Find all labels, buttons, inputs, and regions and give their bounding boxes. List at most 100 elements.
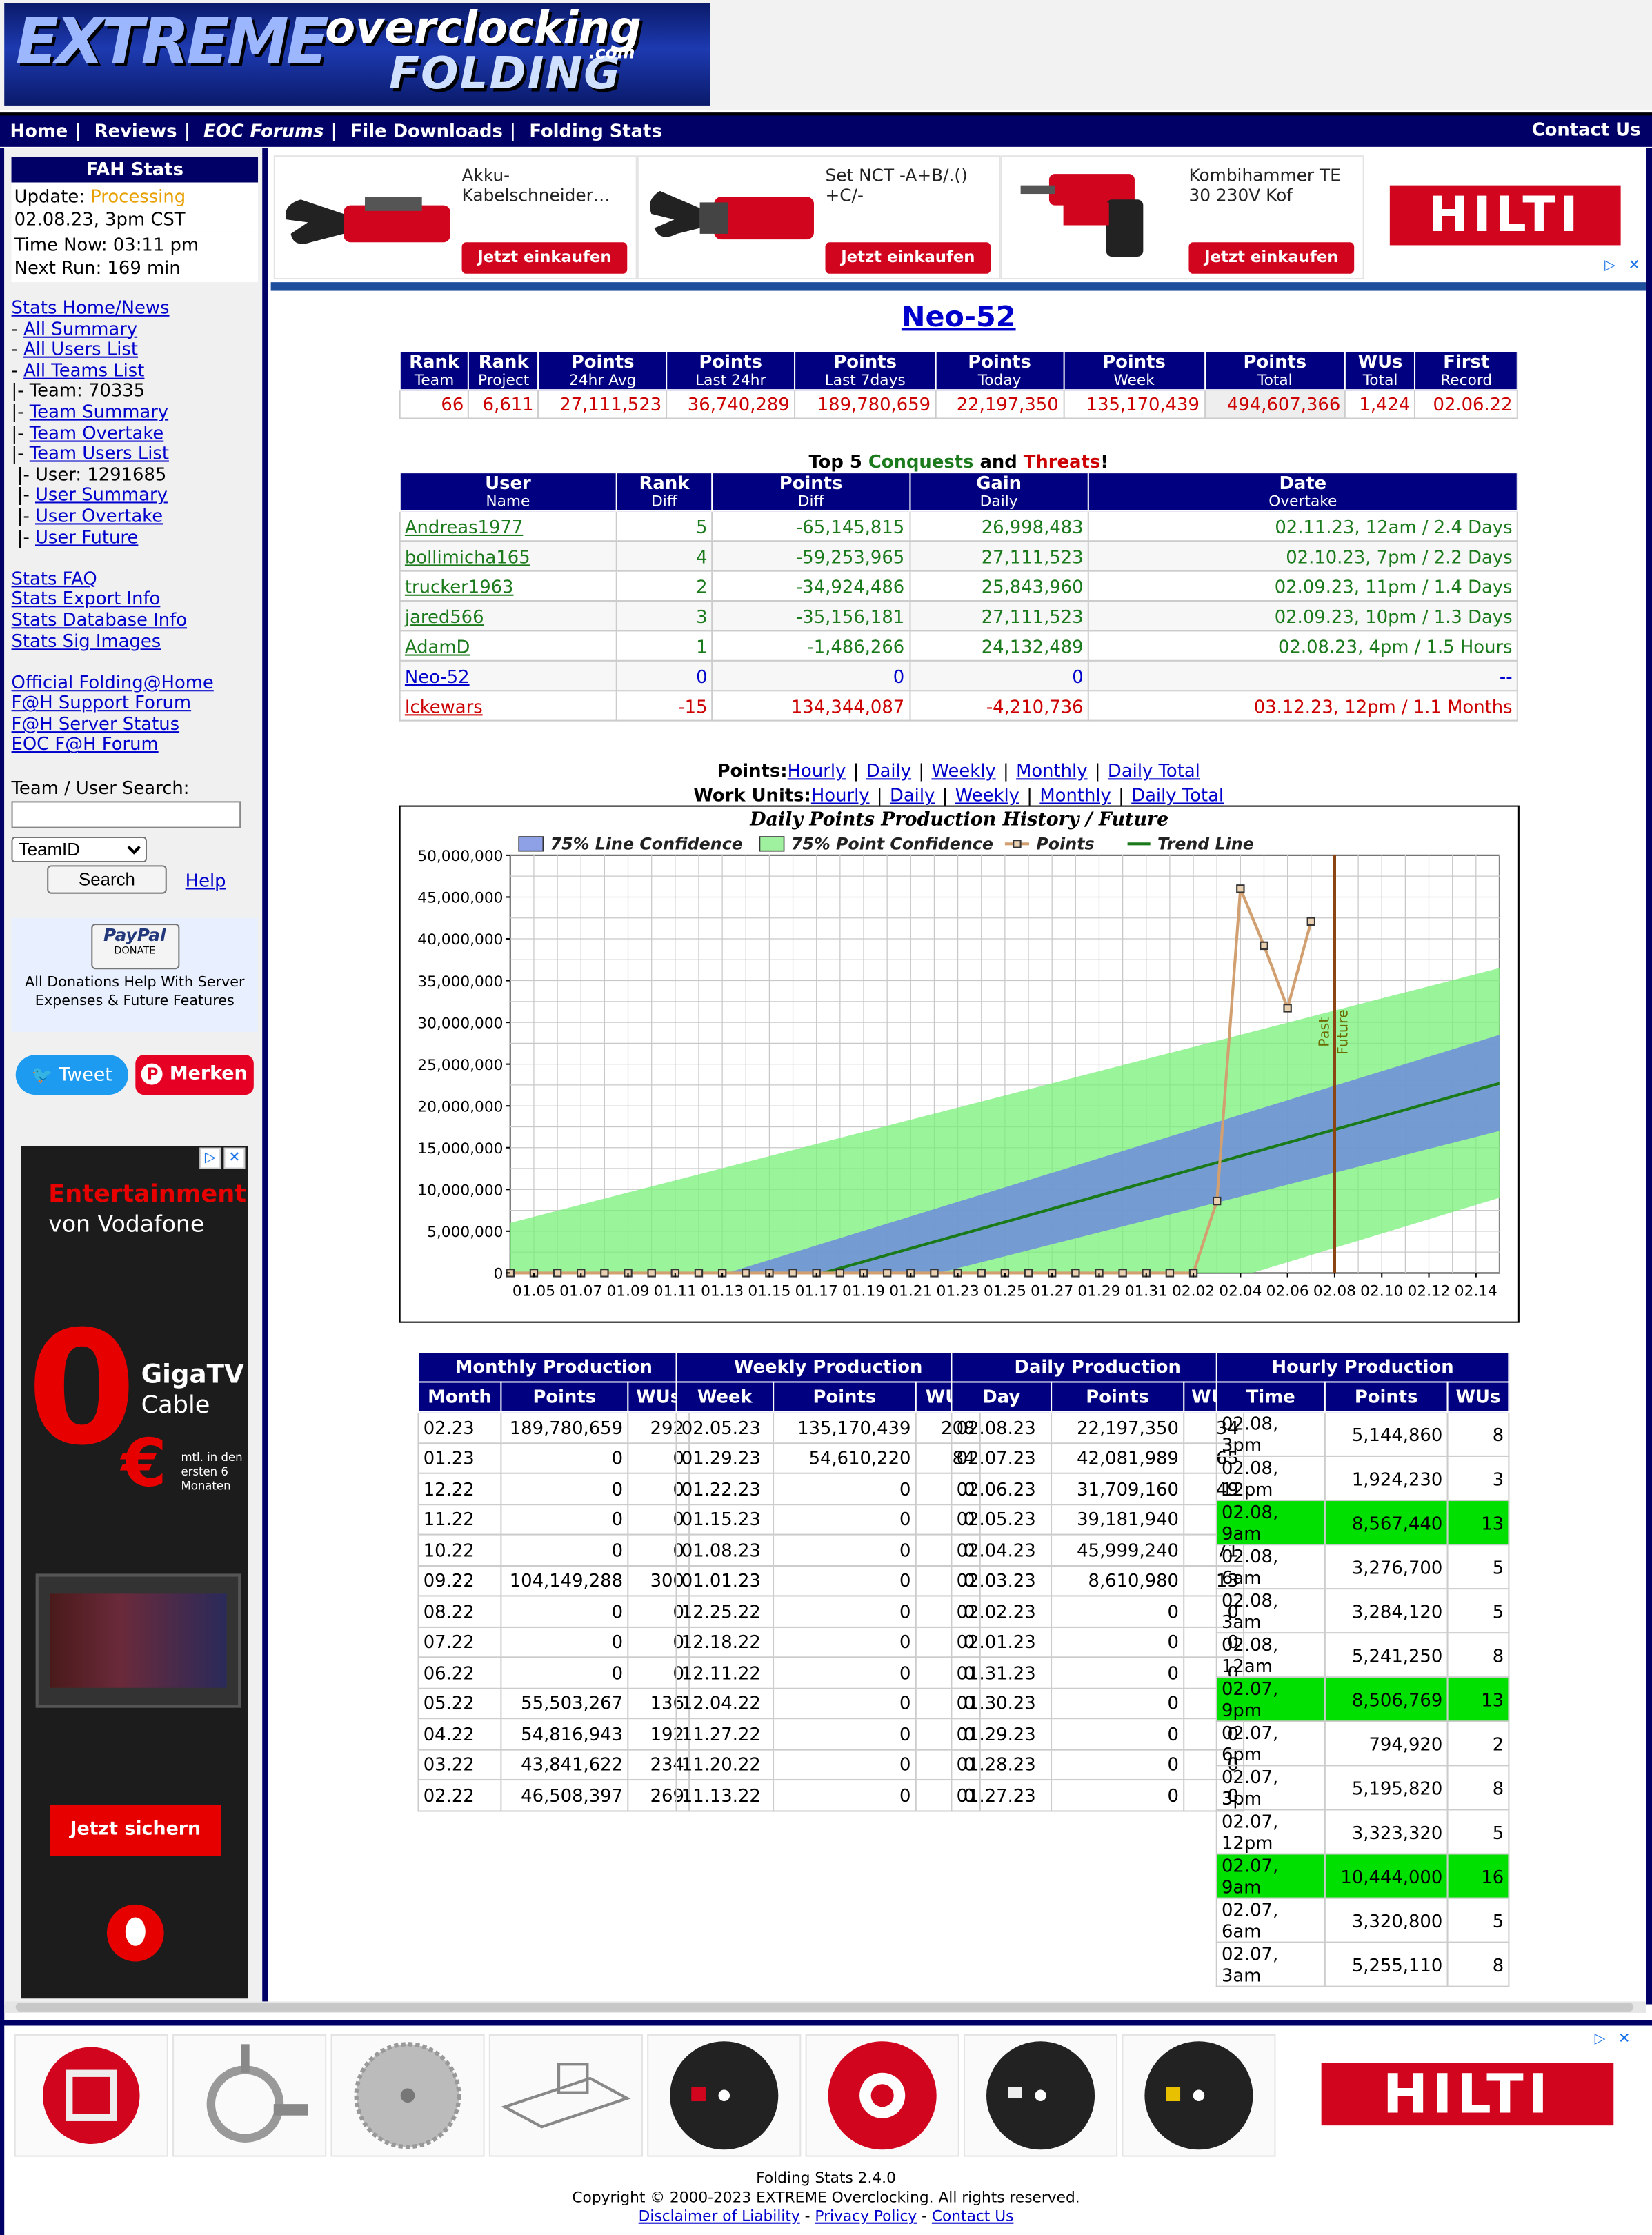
graph-link-daily[interactable]: Daily	[890, 784, 935, 806]
graph-link-daily[interactable]: Daily	[866, 759, 911, 781]
graph-link-monthly[interactable]: Monthly	[1039, 784, 1111, 806]
sidebar-link-stats-home-news[interactable]: Stats Home/News	[12, 297, 170, 318]
ad-tile-5[interactable]	[647, 2034, 802, 2157]
search-button[interactable]: Search	[47, 865, 167, 894]
help-link[interactable]: Help	[186, 870, 226, 891]
user-link[interactable]: Neo-52	[405, 665, 470, 686]
site-logo[interactable]: EXTREME overclocking FOLDING .com	[4, 3, 710, 106]
sidebar-link-stats-sig-images[interactable]: Stats Sig Images	[12, 629, 161, 650]
sidebar-link-prefix: |- User: 1291685	[11, 463, 167, 485]
production-row: 07.22 0 0	[417, 1625, 690, 1658]
ad-tile-1[interactable]	[14, 2034, 168, 2157]
hilti-logo[interactable]: HILTI	[1389, 185, 1621, 246]
production-cell: 8	[1446, 1941, 1510, 1987]
ad-product-3-button[interactable]: Jetzt einkaufen	[1188, 242, 1355, 274]
graph-link-hourly[interactable]: Hourly	[788, 759, 846, 781]
conquest-cell: 25,843,960	[908, 570, 1089, 602]
disclaimer-link[interactable]: Disclaimer of Liability	[639, 2208, 800, 2225]
user-link[interactable]: bollimicha165	[405, 545, 530, 566]
horizontal-scrollbar[interactable]	[4, 2001, 1646, 2013]
rank-cell: 36,740,289	[666, 389, 796, 419]
footer-contact-link[interactable]: Contact Us	[932, 2208, 1014, 2225]
ad-tile-3[interactable]	[330, 2034, 485, 2157]
ad-product-1[interactable]: Akku-Kabelschneider… Jetzt einkaufen	[273, 155, 637, 280]
search-form: Team / User Search: TeamID Search Help	[11, 777, 241, 894]
sidebar-link-f-h-support-forum[interactable]: F@H Support Forum	[12, 692, 192, 713]
production-cell: 02.07, 6pm	[1215, 1720, 1326, 1767]
sidebar-link-team-overtake[interactable]: Team Overtake	[30, 421, 164, 443]
nav-file-downloads[interactable]: File Downloads	[350, 120, 503, 141]
user-title-link[interactable]: Neo-52	[902, 299, 1016, 334]
sidebar-link-f-h-server-status[interactable]: F@H Server Status	[12, 713, 180, 734]
sidebar-link-stats-faq[interactable]: Stats FAQ	[12, 567, 97, 588]
graph-link-hourly[interactable]: Hourly	[811, 784, 870, 806]
ad-product-2[interactable]: Set NCT -A+B/.() +C/- Jetzt einkaufen	[637, 155, 1001, 280]
scrollbar-thumb[interactable]	[15, 2003, 1634, 2011]
vodafone-ad[interactable]: ▷ ✕ Entertainment von Vodafone 0 € GigaT…	[21, 1146, 248, 1999]
ad-tile-8[interactable]	[1122, 2034, 1276, 2157]
user-link[interactable]: AdamD	[405, 635, 470, 657]
ad-tile-7[interactable]	[963, 2034, 1118, 2157]
ad-close-icon[interactable]: ✕	[1624, 256, 1644, 275]
top-ad[interactable]: Akku-Kabelschneider… Jetzt einkaufen Set…	[270, 151, 1646, 283]
production-col-points: Points	[500, 1381, 629, 1413]
ad-choices-icon[interactable]: ▷	[1591, 2029, 1610, 2049]
sidebar-link-row: Stats Export Info	[12, 588, 214, 610]
bottom-ad[interactable]: HILTI ▷ ✕	[7, 2028, 1646, 2157]
sidebar-link-eoc-f-h-forum[interactable]: EOC F@H Forum	[12, 733, 159, 755]
ad-choices-icon[interactable]: ▷	[1600, 256, 1620, 275]
ad-close-icon[interactable]: ✕	[223, 1147, 246, 1169]
sidebar-link-official-folding-home[interactable]: Official Folding@Home	[12, 671, 214, 693]
ad-tile-6[interactable]	[805, 2034, 959, 2157]
graph-link-weekly[interactable]: Weekly	[931, 759, 995, 781]
ad-tile-2[interactable]	[172, 2034, 327, 2157]
search-type-select[interactable]: TeamID	[11, 837, 147, 863]
conquest-cell: 2	[615, 570, 713, 602]
pinterest-save-button[interactable]: P Merken	[135, 1055, 254, 1095]
nav-contact-us[interactable]: Contact Us	[1532, 119, 1641, 140]
user-link[interactable]: jared566	[405, 605, 484, 626]
ad-product-1-button[interactable]: Jetzt einkaufen	[461, 242, 628, 274]
graph-link-daily-total[interactable]: Daily Total	[1108, 759, 1200, 781]
graph-link-weekly[interactable]: Weekly	[955, 784, 1019, 806]
ad-cta-button[interactable]: Jetzt sichern	[50, 1805, 221, 1856]
production-row: 02.08, 12am 5,241,250 8	[1215, 1632, 1510, 1678]
sidebar-link-user-summary[interactable]: User Summary	[35, 484, 168, 505]
tweet-button[interactable]: 🐦 Tweet	[15, 1055, 128, 1095]
production-cell: 11.13.22	[675, 1779, 775, 1811]
user-link[interactable]: trucker1963	[405, 575, 514, 597]
sidebar-link-team-users-list[interactable]: Team Users List	[30, 442, 169, 464]
sidebar-link-stats-database-info[interactable]: Stats Database Info	[12, 608, 188, 630]
production-title-row: Weekly Production	[675, 1351, 981, 1383]
search-input[interactable]	[11, 801, 241, 828]
nav-home[interactable]: Home	[10, 120, 68, 141]
user-link[interactable]: Andreas1977	[405, 515, 523, 537]
conquest-row: Andreas1977 5 -65,145,815 26,998,483 02.11.2…	[399, 510, 1518, 542]
hilti-logo[interactable]: HILTI	[1321, 2063, 1614, 2126]
graph-link-daily-total[interactable]: Daily Total	[1131, 784, 1224, 806]
sidebar-link-team-summary[interactable]: Team Summary	[30, 401, 168, 422]
nav-folding-stats[interactable]: Folding Stats	[529, 120, 662, 141]
rank-table-row: 66 6,611 27,111,523 36,740,289 189,780,659 22…	[399, 389, 1518, 419]
rank-col-sub: Last 7days	[824, 372, 906, 390]
paypal-donate-button[interactable]: PayPal DONATE	[90, 924, 179, 970]
nav-reviews[interactable]: Reviews	[94, 120, 177, 141]
user-link[interactable]: Ickewars	[405, 695, 483, 716]
ad-choices-icon[interactable]: ▷	[199, 1147, 221, 1169]
future-label: Future	[1335, 1009, 1351, 1055]
graph-link-monthly[interactable]: Monthly	[1016, 759, 1087, 781]
sidebar-link-all-teams-list[interactable]: All Teams List	[23, 359, 144, 380]
sidebar-link-stats-export-info[interactable]: Stats Export Info	[12, 588, 161, 609]
conquest-cell: 02.09.23, 11pm / 1.4 Days	[1087, 570, 1518, 602]
ad-close-icon[interactable]: ✕	[1615, 2029, 1634, 2049]
ad-tile-4[interactable]	[488, 2034, 643, 2157]
ad-product-3[interactable]: Kombihammer TE 30 230V Kof Jetzt einkauf…	[1000, 155, 1364, 280]
privacy-policy-link[interactable]: Privacy Policy	[815, 2208, 917, 2225]
monthly-production-table: Monthly Production Month Points WUs 02.23 189…	[417, 1351, 690, 1811]
nav-eoc-forums[interactable]: EOC Forums	[203, 120, 324, 141]
sidebar-link-all-users-list[interactable]: All Users List	[23, 338, 138, 359]
ad-product-2-button[interactable]: Jetzt einkaufen	[825, 242, 991, 274]
sidebar-link-all-summary[interactable]: All Summary	[23, 317, 137, 339]
sidebar-link-user-overtake[interactable]: User Overtake	[35, 504, 163, 526]
sidebar-link-user-future[interactable]: User Future	[35, 526, 138, 547]
